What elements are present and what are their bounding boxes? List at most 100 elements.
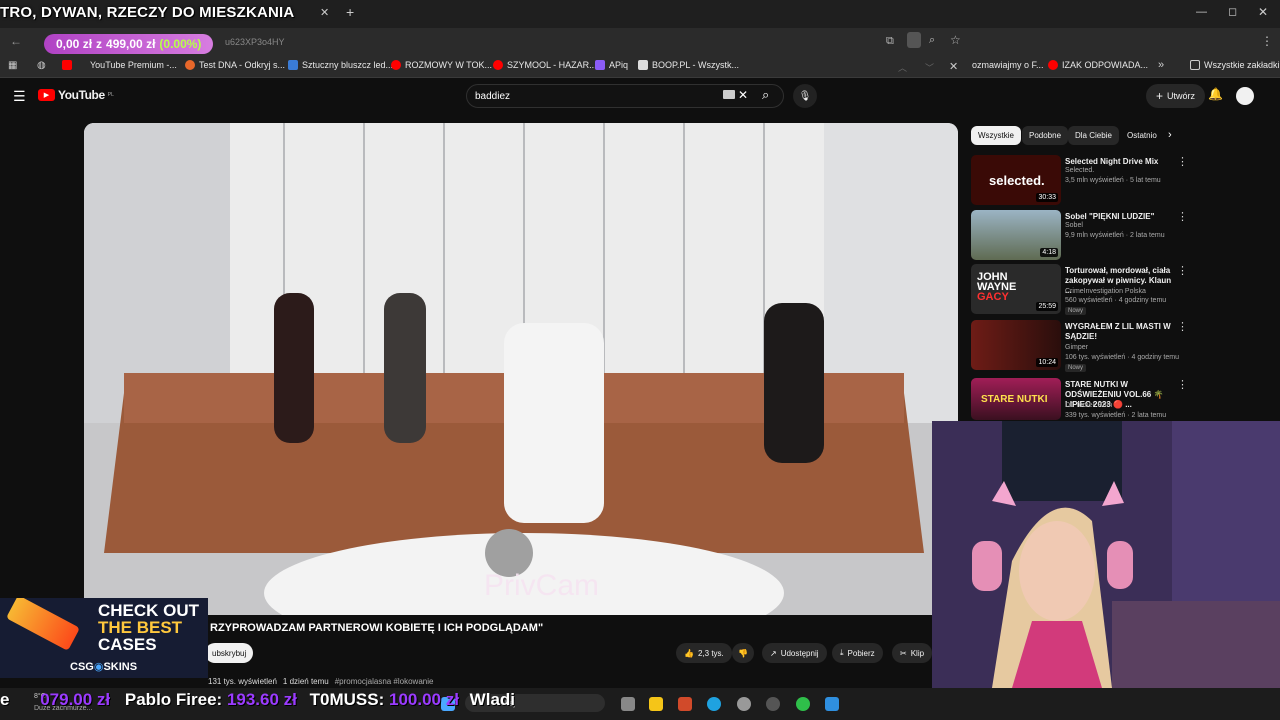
youtube-logo[interactable]: ▶ YouTube PL: [38, 88, 114, 102]
obs-icon[interactable]: [766, 697, 780, 711]
recommendation-title: Sobel "PIĘKNI LUDZIE": [1065, 212, 1155, 221]
recommendation-item[interactable]: selected. 30:33 Selected Night Drive Mix…: [971, 155, 1188, 207]
all-bookmarks[interactable]: Wszystkie zakładki: [1190, 60, 1280, 70]
chips-next-icon[interactable]: ›: [1168, 129, 1172, 141]
goal-current: 0,00 zł: [56, 37, 93, 51]
video-player[interactable]: PrivCam: [84, 123, 958, 615]
like-button[interactable]: 👍 2,3 tys.: [676, 643, 732, 663]
bookmark-item[interactable]: ROZMOWY W TOK...: [391, 60, 492, 70]
star-icon[interactable]: ☆: [950, 33, 961, 47]
share-button[interactable]: ↗ Udostępnij: [762, 643, 827, 663]
chip-all[interactable]: Wszystkie: [971, 126, 1021, 145]
new-badge: Nowy: [1065, 307, 1087, 315]
task-view-icon[interactable]: [621, 697, 635, 711]
reader-icon[interactable]: [907, 32, 921, 48]
create-button[interactable]: + Utwórz: [1146, 84, 1206, 108]
avatar[interactable]: [1236, 87, 1254, 105]
knife-graphic: [5, 598, 81, 651]
maximize-icon[interactable]: ◻: [1228, 5, 1237, 18]
back-icon[interactable]: ←: [10, 34, 22, 48]
download-button[interactable]: ⤓ Pobierz: [832, 643, 883, 663]
bookmark-item[interactable]: YouTube Premium -...: [62, 60, 177, 70]
chip-similar[interactable]: Podobne: [1022, 126, 1069, 145]
more-options-icon[interactable]: ⋮: [1177, 320, 1188, 333]
video-thumbnail: 10:24: [971, 320, 1061, 370]
recommendation-item[interactable]: JOHN WAYNE GACY 25:59 Torturował, mordował…: [971, 264, 1188, 316]
store-icon[interactable]: [678, 697, 692, 711]
settings-gear-icon[interactable]: [737, 697, 751, 711]
bookmark-item[interactable]: IZAK ODPOWIADA...: [1048, 60, 1148, 70]
subscribe-button[interactable]: ubskrybuj: [205, 643, 254, 663]
ad-line-3: CASES: [98, 635, 157, 654]
search-input[interactable]: baddiez: [466, 84, 784, 108]
video-meta: 339 tys. wyświetleń · 2 lata temu: [1065, 412, 1167, 419]
bookmark-item[interactable]: SZYMOOL - HAZAR...: [493, 60, 597, 70]
video-thumbnail: JOHN WAYNE GACY 25:59: [971, 264, 1061, 314]
download-icon: ⤓: [840, 648, 844, 657]
clip-button[interactable]: ✂ Klip: [892, 643, 933, 663]
video-meta: 560 wyświetleń · 4 godziny temu: [1065, 297, 1167, 304]
dislike-button[interactable]: 👎: [732, 643, 754, 663]
video-watermark: PrivCam: [484, 569, 599, 602]
chip-for-you[interactable]: Dla Ciebie: [1068, 126, 1119, 145]
edge-icon[interactable]: [707, 697, 721, 711]
recommendation-item[interactable]: 10:24 WYGRAŁEM Z LIL MASTI W SĄDZIE! Gim…: [971, 320, 1188, 372]
video-description[interactable]: 131 tys. wyświetleń 1 dzień temu #promoc…: [208, 677, 433, 686]
chrome-icon[interactable]: [796, 697, 810, 711]
more-options-icon[interactable]: ⋮: [1177, 378, 1188, 391]
bookmark-item[interactable]: APiq: [595, 60, 628, 70]
keyboard-icon[interactable]: [723, 90, 735, 99]
stream-title-overlay: TRO, DYWAN, RZECZY DO MIESZKANIA: [0, 4, 295, 21]
duration-badge: 30:33: [1036, 193, 1058, 202]
channel-name: Selected.: [1065, 167, 1095, 174]
zoom-icon[interactable]: ⌕: [929, 34, 935, 47]
goal-separator: z: [96, 37, 103, 51]
duration-badge: 25:59: [1036, 302, 1058, 311]
donation-ticker: e 079.00 zł Pablo Firee: 193.60 zł T0MUS…: [0, 690, 515, 710]
new-tab-icon[interactable]: +: [346, 4, 354, 20]
minimize-icon[interactable]: —: [1196, 6, 1207, 18]
play-logo-icon: ▶: [38, 89, 55, 101]
notifications-bell-icon[interactable]: 🔔: [1208, 87, 1223, 101]
clear-search-icon[interactable]: ✕: [738, 88, 748, 102]
hashtags: #promocjalasna #lokowanie: [334, 677, 434, 686]
ad-line-2: THE BEST: [98, 618, 183, 637]
notepad-icon[interactable]: [825, 697, 839, 711]
chip-recent[interactable]: Ostatnio: [1120, 126, 1164, 145]
search-value: baddiez: [475, 90, 511, 102]
cast-icon[interactable]: ⧉: [886, 35, 894, 48]
bookmark-item[interactable]: ozmawiajmy o F...: [972, 60, 1044, 70]
video-meta: 9,9 mln wyświetleń · 2 lata temu: [1065, 232, 1165, 239]
youtube-icon: [62, 60, 72, 70]
find-close-icon[interactable]: ✕: [949, 60, 958, 73]
tab-close-icon[interactable]: ✕: [320, 6, 329, 19]
find-next-icon[interactable]: ﹀: [925, 61, 934, 74]
bookmark-item[interactable]: Sztuczny bluszcz led...: [288, 60, 393, 70]
recommendation-title: Selected Night Drive Mix: [1065, 157, 1159, 166]
video-title: RZYPROWADZAM PARTNEROWI KOBIETĘ I ICH PO…: [210, 622, 544, 634]
url-fragment[interactable]: u623XP3o4HY: [225, 37, 285, 47]
find-prev-icon[interactable]: ︿: [898, 61, 907, 74]
more-options-icon[interactable]: ⋮: [1177, 264, 1188, 277]
bookmark-globe-icon[interactable]: ◍: [37, 60, 46, 71]
window-close-icon[interactable]: ✕: [1258, 5, 1268, 19]
recommendation-item[interactable]: STARE NUTKI STARE NUTKI W ODŚWIEŻENIU VO…: [971, 378, 1188, 420]
dna-icon: [185, 60, 195, 70]
duration-badge: 4:18: [1040, 248, 1058, 257]
plus-icon: +: [1156, 89, 1164, 103]
bookmark-item[interactable]: BOOP.PL - Wszystk...: [638, 60, 739, 70]
apps-grid-icon[interactable]: ▦: [8, 60, 17, 71]
microphone-icon[interactable]: 🎙: [793, 84, 817, 108]
youtube-icon: [391, 60, 401, 70]
search-icon[interactable]: ⌕: [762, 87, 769, 103]
more-options-icon[interactable]: ⋮: [1177, 210, 1188, 223]
recommendation-item[interactable]: 4:18 Sobel "PIĘKNI LUDZIE" Sobel 9,9 mln…: [971, 210, 1188, 262]
video-thumbnail: selected. 30:33: [971, 155, 1061, 205]
bookmarks-more-icon[interactable]: »: [1158, 59, 1164, 71]
hamburger-menu-icon[interactable]: ☰: [13, 88, 26, 105]
bookmark-item[interactable]: Test DNA - Odkryj s...: [185, 60, 285, 70]
more-options-icon[interactable]: ⋮: [1177, 155, 1188, 168]
thumb-text: STARE NUTKI: [981, 394, 1048, 405]
menu-dots-icon[interactable]: ⋮: [1261, 34, 1273, 48]
file-explorer-icon[interactable]: [649, 697, 663, 711]
